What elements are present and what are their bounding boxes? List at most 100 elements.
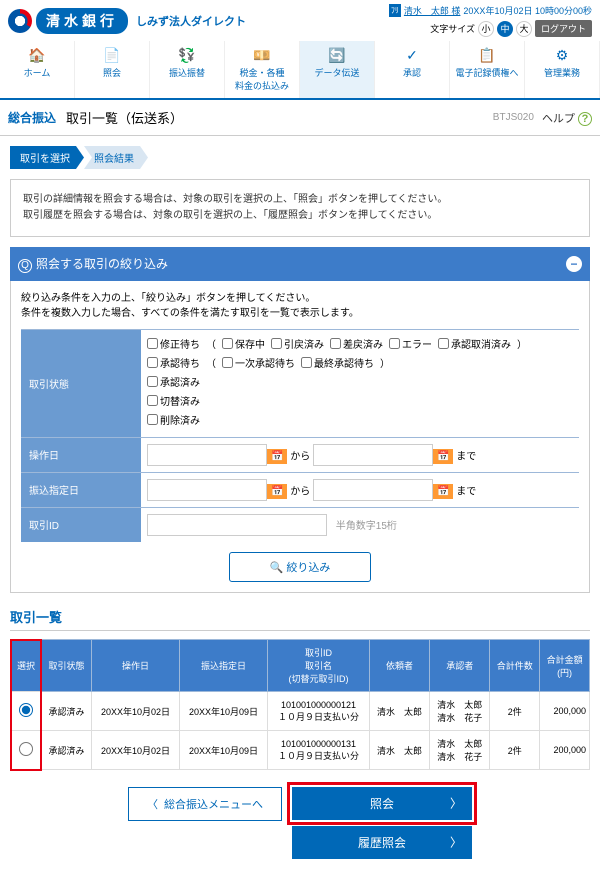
checkbox-status[interactable]: 一次承認待ち	[222, 355, 295, 370]
nav-item-0[interactable]: 🏠ホーム	[0, 41, 75, 98]
checkbox-switched[interactable]: 切替済み	[147, 393, 200, 408]
table-row: 承認済み20XX年10月02日20XX年10月09日10100100000012…	[11, 692, 590, 731]
cell-op: 20XX年10月02日	[91, 731, 179, 770]
checkbox-status[interactable]: 承認待ち	[147, 355, 200, 370]
collapse-icon[interactable]: −	[566, 256, 582, 272]
font-size-label: 文字サイズ	[430, 22, 475, 35]
current-datetime: 20XX年10月02日 10時00分00秒	[463, 4, 592, 17]
filter-panel-header[interactable]: Q照会する取引の絞り込み −	[10, 247, 590, 281]
service-subtitle: しみず法人ダイレクト	[136, 13, 246, 29]
bank-logo-icon	[8, 9, 32, 33]
cell-spec: 20XX年10月09日	[180, 692, 268, 731]
table-row: 承認済み20XX年10月02日20XX年10月09日10100100000013…	[11, 731, 590, 770]
font-size-small[interactable]: 小	[478, 21, 494, 37]
col-req: 依頼者	[369, 640, 429, 692]
query-button[interactable]: 照会〉	[292, 787, 472, 820]
nav-icon: 💱	[152, 47, 222, 64]
cell-spec: 20XX年10月09日	[180, 731, 268, 770]
nav-icon: 🏠	[2, 47, 72, 64]
checkbox-status[interactable]: 修正待ち	[147, 336, 200, 351]
specdate-to-input[interactable]	[313, 479, 433, 501]
help-icon: ?	[578, 112, 592, 126]
nav-item-6[interactable]: 📋電子記録債権へ	[450, 41, 525, 98]
logout-button[interactable]: ログアウト	[535, 20, 592, 37]
cell-id: 101001000000121 １０月９日支払い分	[268, 692, 370, 731]
cell-apr: 清水 太郎 清水 花子	[430, 692, 490, 731]
cell-req: 清水 太郎	[369, 692, 429, 731]
filter-label-id: 取引ID	[21, 508, 141, 542]
checkbox-status[interactable]: 引戻済み	[271, 336, 324, 351]
font-size-medium[interactable]: 中	[497, 21, 513, 37]
nav-item-5[interactable]: ✓承認	[375, 41, 450, 98]
intro-box: 取引の詳細情報を照会する場合は、対象の取引を選択の上、「照会」ボタンを押してくだ…	[10, 179, 590, 237]
intro-line-1: 取引の詳細情報を照会する場合は、対象の取引を選択の上、「照会」ボタンを押してくだ…	[23, 192, 577, 208]
calendar-icon[interactable]: 📅	[433, 449, 453, 464]
nav-item-2[interactable]: 💱振込振替	[150, 41, 225, 98]
col-cnt: 合計件数	[490, 640, 540, 692]
cell-op: 20XX年10月02日	[91, 692, 179, 731]
checkbox-status[interactable]: 最終承認待ち	[301, 355, 374, 370]
filter-label-specdate: 振込指定日	[21, 473, 141, 507]
id-hint: 半角数字15桁	[336, 521, 397, 532]
page-title: 取引一覧（伝送系）	[66, 108, 183, 127]
checkbox-status[interactable]: 差戻済み	[330, 336, 383, 351]
specdate-from-input[interactable]	[147, 479, 267, 501]
list-title: 取引一覧	[10, 607, 590, 631]
nav-icon: ✓	[377, 47, 447, 64]
nav-icon: 🔄	[302, 47, 372, 64]
bank-name: 清水銀行	[36, 8, 128, 34]
col-apr: 承認者	[430, 640, 490, 692]
cell-amt: 200,000	[540, 692, 590, 731]
history-button[interactable]: 履歴照会〉	[292, 826, 472, 859]
nav-icon: 💴	[227, 47, 297, 64]
checkbox-approved[interactable]: 承認済み	[147, 374, 200, 389]
cell-status: 承認済み	[41, 692, 91, 731]
nav-item-1[interactable]: 📄照会	[75, 41, 150, 98]
page-id: BTJS020	[493, 112, 534, 123]
nav-icon: 📄	[77, 47, 147, 64]
filter-button[interactable]: 🔍 絞り込み	[229, 552, 372, 582]
cell-amt: 200,000	[540, 731, 590, 770]
chevron-right-icon: 〉	[450, 834, 462, 851]
nav-item-4[interactable]: 🔄データ伝送	[300, 41, 375, 98]
row-radio[interactable]	[19, 742, 33, 756]
checkbox-status[interactable]: 保存中	[222, 336, 265, 351]
opdate-to-input[interactable]	[313, 444, 433, 466]
transaction-id-input[interactable]	[147, 514, 327, 536]
calendar-icon[interactable]: 📅	[267, 449, 287, 464]
nav-item-7[interactable]: ⚙管理業務	[525, 41, 600, 98]
col-status: 取引状態	[41, 640, 91, 692]
user-name-link[interactable]: 清水 太郎 様	[404, 4, 461, 17]
font-size-large[interactable]: 大	[516, 21, 532, 37]
nav-icon: 📋	[452, 47, 522, 64]
cell-id: 101001000000131 １０月９日支払い分	[268, 731, 370, 770]
col-select: 選択	[11, 640, 41, 692]
col-op: 操作日	[91, 640, 179, 692]
nav-item-3[interactable]: 💴税金・各種料金の払込み	[225, 41, 300, 98]
checkbox-deleted[interactable]: 削除済み	[147, 412, 200, 427]
filter-label-status: 取引状態	[21, 330, 141, 437]
chevron-right-icon: 〉	[450, 795, 462, 812]
step-select: 取引を選択	[10, 146, 84, 169]
user-badge: ﾌﾘ	[389, 4, 401, 17]
calendar-icon[interactable]: 📅	[433, 484, 453, 499]
calendar-icon[interactable]: 📅	[267, 484, 287, 499]
col-id: 取引ID 取引名 (切替元取引ID)	[268, 640, 370, 692]
search-icon: Q	[18, 259, 32, 273]
page-category: 総合振込	[8, 109, 56, 126]
col-amt: 合計金額 (円)	[540, 640, 590, 692]
opdate-from-input[interactable]	[147, 444, 267, 466]
chevron-left-icon: 〈	[147, 796, 158, 812]
back-button[interactable]: 〈総合振込メニューへ	[128, 787, 282, 821]
checkbox-status[interactable]: 承認取消済み	[438, 336, 511, 351]
nav-icon: ⚙	[527, 47, 597, 64]
help-link[interactable]: ヘルプ ?	[542, 110, 592, 126]
row-radio[interactable]	[19, 703, 33, 717]
checkbox-status[interactable]: エラー	[389, 336, 432, 351]
cell-cnt: 2件	[490, 731, 540, 770]
intro-line-2: 取引履歴を照会する場合は、対象の取引を選択の上、「履歴照会」ボタンを押してくださ…	[23, 208, 577, 224]
cell-req: 清水 太郎	[369, 731, 429, 770]
cell-apr: 清水 太郎 清水 花子	[430, 731, 490, 770]
cell-status: 承認済み	[41, 731, 91, 770]
step-result: 照会結果	[84, 146, 148, 169]
